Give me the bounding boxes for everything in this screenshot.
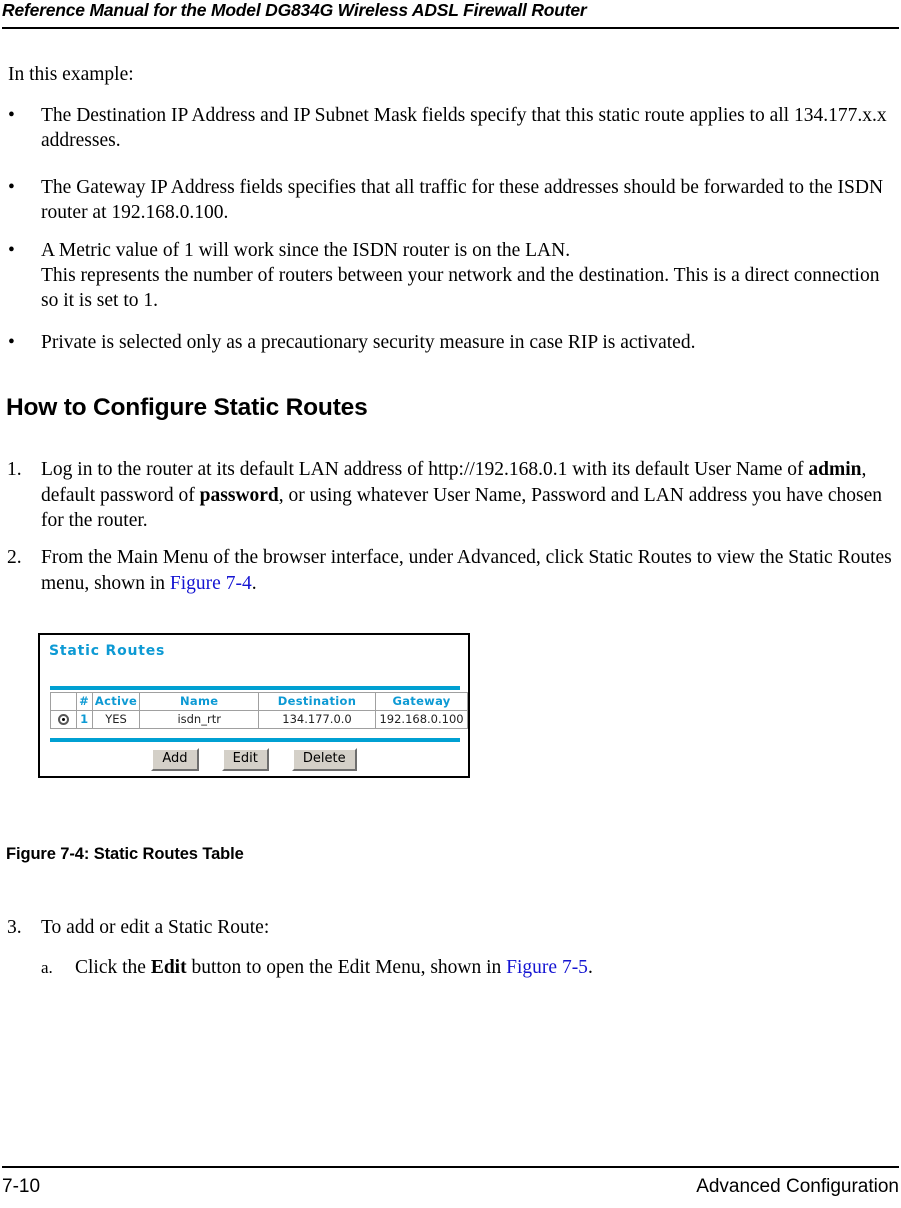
footer-section-name: Advanced Configuration <box>696 1176 899 1197</box>
step-text: From the Main Menu of the browser interf… <box>41 545 893 596</box>
step-text: Log in to the router at its default LAN … <box>41 457 893 534</box>
panel-divider-bottom <box>50 738 460 742</box>
column-header-select <box>50 692 77 711</box>
static-routes-panel-title: Static Routes <box>49 643 166 659</box>
row-gateway: 192.168.0.100 <box>375 710 468 729</box>
step-text: To add or edit a Static Route: <box>41 917 270 938</box>
bullet-marker: • <box>8 177 15 198</box>
section-heading: How to Configure Static Routes <box>6 394 368 421</box>
delete-button[interactable]: Delete <box>291 748 357 771</box>
page-footer: 7-10 Advanced Configuration <box>0 1166 901 1208</box>
row-select-cell[interactable] <box>50 710 77 729</box>
table-header-row: # Active Name Destination Gateway <box>50 692 468 711</box>
footer-page-number: 7-10 <box>2 1176 41 1197</box>
list-item-text: Private is selected only as a precaution… <box>41 332 696 353</box>
substep-text-part: . <box>587 957 593 978</box>
edit-button[interactable]: Edit <box>221 748 269 771</box>
substep-text-part: button to open the Edit Menu, shown in <box>186 957 507 978</box>
bullet-marker: • <box>8 105 15 126</box>
step-marker: 1. <box>7 459 22 480</box>
step-marker: 3. <box>7 917 22 938</box>
list-item-text: A Metric value of 1 will work since the … <box>41 238 888 313</box>
page-header-title: Reference Manual for the Model DG834G Wi… <box>2 0 587 20</box>
cross-reference-link[interactable]: Figure 7-5 <box>506 957 588 978</box>
row-active: YES <box>91 710 141 729</box>
numbered-list-item: 1. Log in to the router at its default L… <box>7 457 893 534</box>
list-item: • A Metric value of 1 will work since th… <box>8 238 888 313</box>
column-header-active: Active <box>91 692 141 711</box>
numbered-list-item: 3. To add or edit a Static Route: <box>7 915 893 941</box>
substep-text-part: Click the <box>75 957 151 978</box>
header-divider <box>2 27 899 29</box>
column-header-gateway: Gateway <box>375 692 468 711</box>
step-text-part: . <box>251 572 257 594</box>
numbered-list-item: 2. From the Main Menu of the browser int… <box>7 545 893 596</box>
bullet-marker: • <box>8 240 15 261</box>
figure-static-routes-screenshot: Static Routes # Active Name Destination … <box>38 633 470 778</box>
add-button[interactable]: Add <box>151 748 199 771</box>
column-header-destination: Destination <box>257 692 377 711</box>
column-header-number: # <box>75 692 93 711</box>
column-header-name: Name <box>139 692 259 711</box>
step-emphasis: admin <box>808 459 862 480</box>
static-routes-table: # Active Name Destination Gateway 1 YES … <box>50 692 468 729</box>
list-item: • The Gateway IP Address fields specifie… <box>8 175 888 225</box>
list-item: • The Destination IP Address and IP Subn… <box>8 103 888 153</box>
step-text-part: From the Main Menu of the browser interf… <box>41 547 892 594</box>
substep-text: Click the Edit button to open the Edit M… <box>75 955 891 981</box>
list-item-text: The Destination IP Address and IP Subnet… <box>41 105 887 151</box>
row-number: 1 <box>75 710 93 729</box>
radio-button-icon[interactable] <box>57 714 69 725</box>
bullet-marker: • <box>8 332 15 353</box>
cross-reference-link[interactable]: Figure 7-4 <box>170 573 252 594</box>
step-marker: 2. <box>7 547 22 568</box>
list-item-line: A Metric value of 1 will work since the … <box>41 240 571 261</box>
step-emphasis: password <box>199 484 279 506</box>
row-destination: 134.177.0.0 <box>257 710 377 729</box>
step-text-part: Log in to the router at its default LAN … <box>41 459 809 480</box>
list-item: • Private is selected only as a precauti… <box>8 330 888 355</box>
figure-caption: Figure 7-4: Static Routes Table <box>6 845 244 863</box>
list-item-text: The Gateway IP Address fields specifies … <box>41 177 884 223</box>
footer-divider <box>2 1166 899 1168</box>
table-row[interactable]: 1 YES isdn_rtr 134.177.0.0 192.168.0.100 <box>50 710 468 729</box>
row-name: isdn_rtr <box>139 710 259 729</box>
page-header: Reference Manual for the Model DG834G Wi… <box>0 0 901 30</box>
substep-marker: a. <box>41 958 53 977</box>
panel-divider-top <box>50 686 460 690</box>
substep-emphasis: Edit <box>150 957 187 978</box>
list-item-line: This represents the number of routers be… <box>41 265 880 311</box>
sub-step-item: a. Click the Edit button to open the Edi… <box>41 955 891 981</box>
panel-button-row: Add Edit Delete <box>40 747 468 771</box>
intro-paragraph: In this example: <box>8 64 134 85</box>
